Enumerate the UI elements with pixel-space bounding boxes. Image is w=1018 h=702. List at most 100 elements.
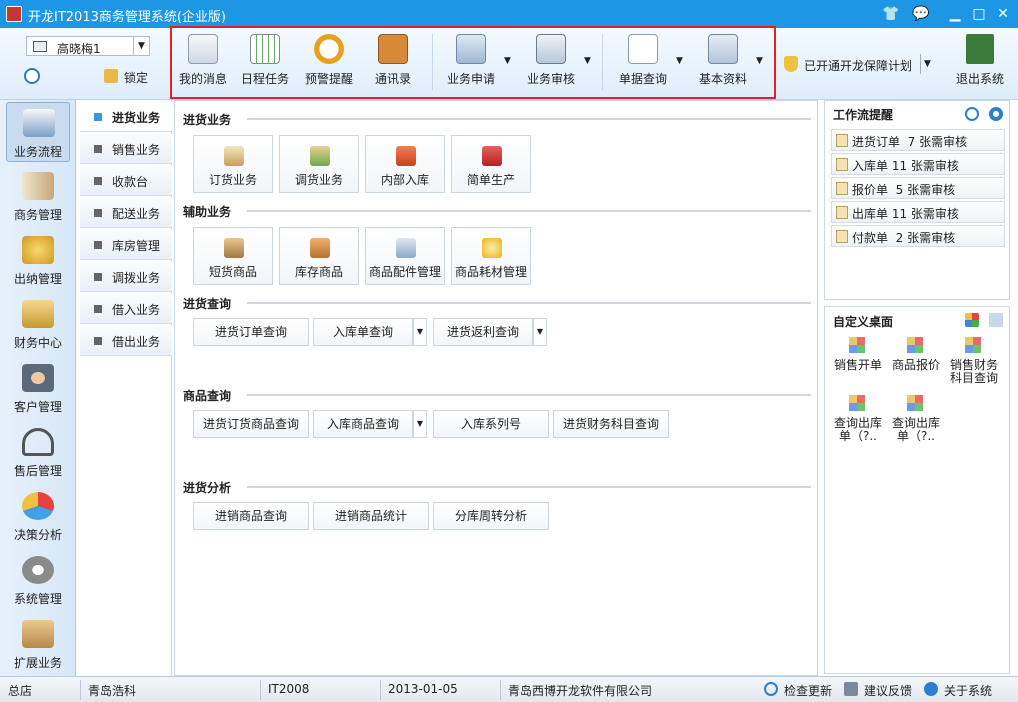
- nav-label: 系统管理: [13, 592, 62, 606]
- minimize-icon[interactable]: ▁: [944, 3, 966, 25]
- toolbar-label: 业务申请: [446, 72, 495, 86]
- subnav-transfer[interactable]: 调拨业务: [80, 262, 172, 292]
- desktop-item-sales-order[interactable]: 销售开单: [829, 337, 887, 387]
- user-select[interactable]: 高晓梅1 ▼: [26, 36, 150, 56]
- business-review-dropdown[interactable]: ▼: [582, 34, 594, 94]
- exit-button[interactable]: 退出系统: [952, 34, 1008, 94]
- maximize-icon[interactable]: □: [968, 3, 990, 25]
- chevron-down-icon[interactable]: ▼: [413, 410, 427, 438]
- transfer-goods-button[interactable]: 调货业务: [279, 135, 359, 193]
- workflow-item[interactable]: 出库单 11 张需审核: [831, 201, 1005, 223]
- box-icon: [22, 620, 54, 648]
- toolbar-schedule[interactable]: 日程任务: [236, 34, 294, 94]
- desktop-item-finance-subject[interactable]: 销售财务 科目查询: [945, 337, 1003, 387]
- subnav-warehouse[interactable]: 库房管理: [80, 230, 172, 260]
- internal-inbound-button[interactable]: 内部入库: [365, 135, 445, 193]
- toolbar-basic-data[interactable]: 基本资料: [692, 34, 754, 94]
- button-label: 库存商品: [294, 265, 343, 279]
- workflow-item[interactable]: 入库单 11 张需审核: [831, 153, 1005, 175]
- custom-desktop-box: 自定义桌面 销售开单 商品报价 销售财务 科目查询 查询出库 单（?.. 查询出库单…: [824, 306, 1010, 674]
- shortcut-icon: [849, 337, 865, 353]
- chevron-down-icon: ▼: [676, 56, 683, 66]
- status-version: IT2008: [268, 682, 310, 696]
- toolbar-business-review[interactable]: 业务审核: [520, 34, 582, 94]
- workflow-item[interactable]: 付款单 2 张需审核: [831, 225, 1005, 247]
- toolbar-label: 基本资料: [698, 72, 747, 86]
- desktop-item-quote[interactable]: 商品报价: [887, 337, 945, 387]
- warehouse-turnover-button[interactable]: 分库周转分析: [433, 502, 549, 530]
- desktop-item-outbound-query-2[interactable]: 查询出库 单（?..: [887, 395, 945, 445]
- subnav-delivery[interactable]: 配送业务: [80, 198, 172, 228]
- workflow-title: 工作流提醒: [833, 108, 894, 122]
- document-pencil-icon: [836, 158, 848, 171]
- inbound-query-button[interactable]: 入库单查询: [313, 318, 413, 346]
- document-query-dropdown[interactable]: ▼: [674, 34, 686, 94]
- toolbar-business-request[interactable]: 业务申请: [440, 34, 502, 94]
- nav-extensions[interactable]: 扩展业务: [6, 614, 70, 674]
- nav-cashier[interactable]: 出纳管理: [6, 230, 70, 290]
- subnav-label: 收款台: [112, 175, 149, 189]
- nav-commerce[interactable]: 商务管理: [6, 166, 70, 226]
- short-goods-button[interactable]: 短货商品: [193, 227, 273, 285]
- feedback-link[interactable]: 建议反馈: [864, 682, 912, 699]
- chevron-down-icon[interactable]: ▼: [533, 318, 547, 346]
- business-request-dropdown[interactable]: ▼: [502, 34, 514, 94]
- parts-management-button[interactable]: 商品配件管理: [365, 227, 445, 285]
- subnav-borrow-in[interactable]: 借入业务: [80, 294, 172, 324]
- check-update-link[interactable]: 检查更新: [784, 682, 832, 699]
- subnav-label: 借入业务: [112, 303, 161, 317]
- toolbar-divider: [432, 34, 433, 90]
- toolbar-my-messages[interactable]: 我的消息: [174, 34, 232, 94]
- subnav-borrow-out[interactable]: 借出业务: [80, 326, 172, 356]
- consumables-management-button[interactable]: 商品耗材管理: [451, 227, 531, 285]
- nav-decision[interactable]: 决策分析: [6, 486, 70, 546]
- simple-production-button[interactable]: 简单生产: [451, 135, 531, 193]
- nav-finance[interactable]: 财务中心: [6, 294, 70, 354]
- workflow-item[interactable]: 进货订单 7 张需审核: [831, 129, 1005, 151]
- order-goods-query-button[interactable]: 进货订货商品查询: [193, 410, 309, 438]
- exit-door-icon: [966, 34, 994, 64]
- shirt-icon[interactable]: 👕: [880, 3, 902, 25]
- purchase-order-query-button[interactable]: 进货订单查询: [193, 318, 309, 346]
- headset-icon: [22, 428, 54, 456]
- clock-icon[interactable]: [24, 68, 40, 84]
- basic-data-dropdown[interactable]: ▼: [754, 34, 766, 94]
- inbound-serial-button[interactable]: 入库系列号: [433, 410, 549, 438]
- alarm-clock-icon: [314, 34, 344, 64]
- feedback-icon: [844, 682, 858, 696]
- nav-business-flow[interactable]: 业务流程: [6, 102, 70, 162]
- left-nav: 业务流程 商务管理 出纳管理 财务中心 客户管理 售后管理 决策分析 系统管理 …: [0, 100, 76, 676]
- nav-system[interactable]: 系统管理: [6, 550, 70, 610]
- nav-customers[interactable]: 客户管理: [6, 358, 70, 418]
- subnav-sales[interactable]: 销售业务: [80, 134, 172, 164]
- toolbar-alerts[interactable]: 预警提醒: [300, 34, 358, 94]
- order-business-button[interactable]: 订货业务: [193, 135, 273, 193]
- subnav-purchase[interactable]: 进货业务: [80, 102, 172, 132]
- toolbar-label: 单据查询: [618, 72, 667, 86]
- workflow-item[interactable]: 报价单 5 张需审核: [831, 177, 1005, 199]
- stock-goods-button[interactable]: 库存商品: [279, 227, 359, 285]
- sales-goods-query-button[interactable]: 进销商品查询: [193, 502, 309, 530]
- close-icon[interactable]: ✕: [992, 3, 1014, 25]
- gear-icon[interactable]: [989, 107, 1003, 121]
- grid-icon[interactable]: [965, 313, 979, 327]
- about-link[interactable]: 关于系统: [944, 682, 992, 699]
- chevron-down-icon[interactable]: ▼: [413, 318, 427, 346]
- chevron-down-icon[interactable]: ▼: [920, 54, 934, 74]
- desktop-item-outbound-query[interactable]: 查询出库 单（?..: [829, 395, 887, 445]
- subnav-checkout[interactable]: 收款台: [80, 166, 172, 196]
- refresh-icon[interactable]: [965, 107, 979, 121]
- save-icon[interactable]: [989, 313, 1003, 327]
- chat-icon[interactable]: 💬: [910, 3, 932, 25]
- chevron-down-icon[interactable]: ▼: [133, 37, 149, 55]
- finance-subject-query-button[interactable]: 进货财务科目查询: [553, 410, 669, 438]
- toolbar-contacts[interactable]: 通讯录: [364, 34, 422, 94]
- toolbar-document-query[interactable]: 单据查询: [612, 34, 674, 94]
- rebate-query-button[interactable]: 进货返利查询: [433, 318, 533, 346]
- inbound-goods-query-button[interactable]: 入库商品查询: [313, 410, 413, 438]
- nav-label: 决策分析: [13, 528, 62, 542]
- nav-after-sales[interactable]: 售后管理: [6, 422, 70, 482]
- status-divider: [80, 680, 81, 700]
- desktop-item-label: 销售开单: [833, 358, 882, 372]
- sales-goods-stats-button[interactable]: 进销商品统计: [313, 502, 429, 530]
